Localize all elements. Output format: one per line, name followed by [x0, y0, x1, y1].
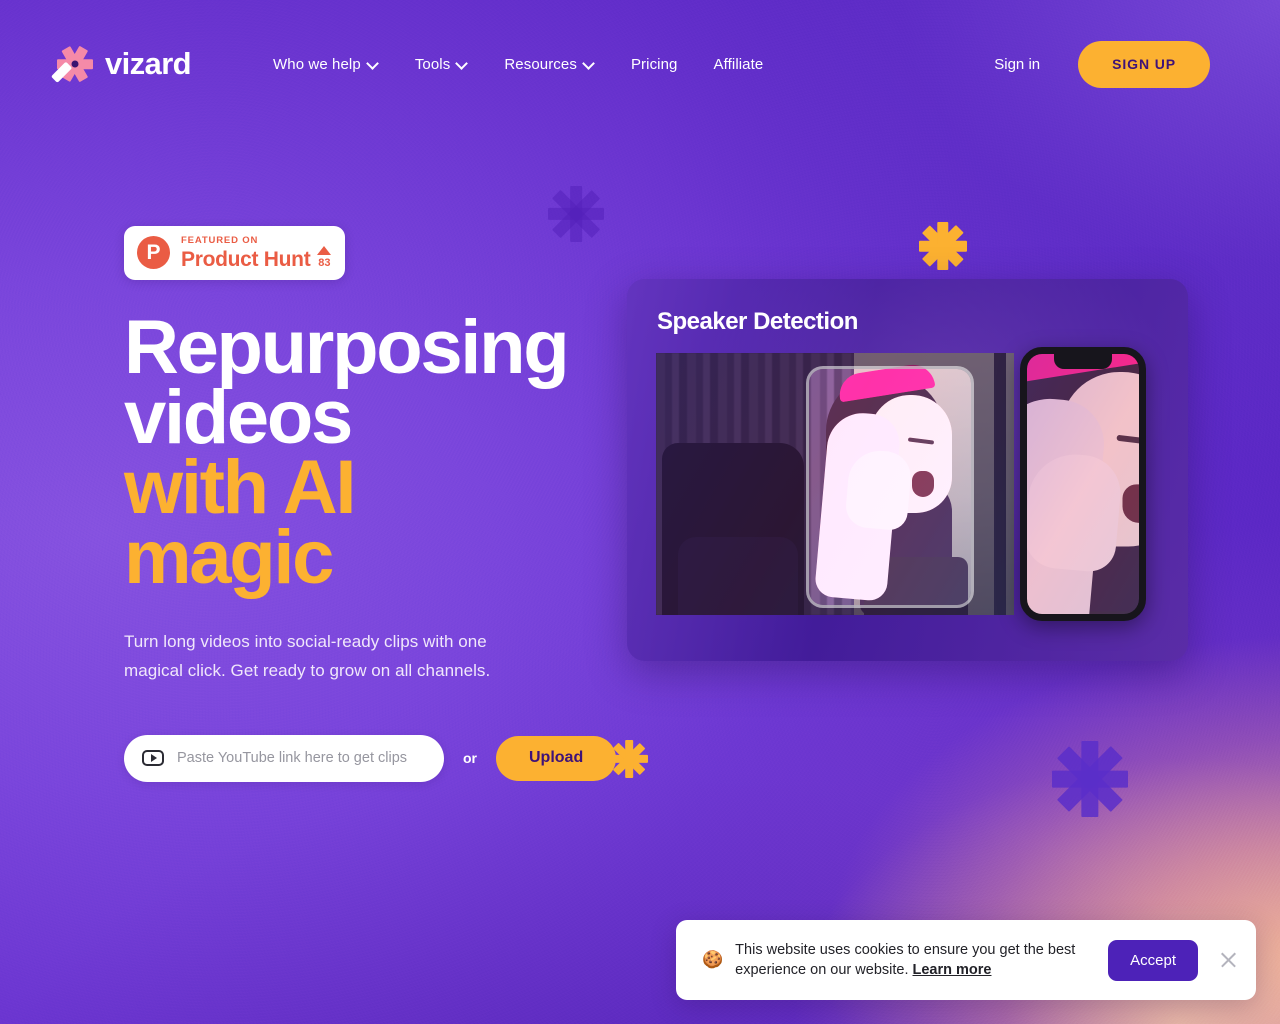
decorative-asterisk-amber-top [919, 222, 967, 270]
search-input[interactable] [177, 750, 426, 767]
sign-up-button[interactable]: SIGN UP [1078, 40, 1210, 88]
speaker-detection-card[interactable]: Speaker Detection [627, 279, 1188, 661]
card-title: Speaker Detection [657, 308, 858, 335]
site-header: vizard Who we help Tools Resources Prici… [0, 0, 1280, 128]
hero-subheading: Turn long videos into social-ready clips… [124, 631, 491, 681]
vizard-asterisk-icon [50, 45, 94, 83]
nav-item-pricing[interactable]: Pricing [613, 46, 696, 83]
chevron-down-icon [457, 58, 468, 69]
header-actions: Sign in SIGN UP [994, 40, 1210, 88]
chevron-down-icon [584, 58, 595, 69]
youtube-icon [142, 750, 164, 767]
product-hunt-icon: P [137, 236, 170, 270]
hero-cta-row: or Upload [124, 734, 649, 782]
badge-product-name: Product Hunt [181, 247, 311, 271]
nav-item-tools[interactable]: Tools [397, 46, 487, 83]
hero-headline: Repurposing videos with AI magic [124, 309, 644, 596]
learn-more-link[interactable]: Learn more [913, 962, 992, 978]
headline-accent-line-2: magic [124, 515, 334, 601]
cookie-icon: 🍪 [702, 950, 724, 969]
phone-notch [1054, 354, 1112, 369]
upload-button-wrap: Upload [496, 735, 649, 781]
hero-content: P FEATURED ON Product Hunt 83 Repurposin… [124, 226, 649, 782]
product-hunt-badge[interactable]: P FEATURED ON Product Hunt 83 [124, 226, 346, 280]
nav-label: Pricing [630, 55, 678, 73]
cookie-message-text: This website uses cookies to ensure you … [735, 942, 1076, 978]
badge-upvote-group: 83 [317, 245, 332, 270]
nav-item-affiliate[interactable]: Affiliate [696, 46, 782, 83]
youtube-link-field[interactable] [124, 734, 444, 782]
brand-name: vizard [105, 46, 192, 81]
primary-navigation: Who we help Tools Resources Pricing Affi… [255, 46, 781, 83]
landscape-video-preview [656, 353, 1014, 615]
badge-featured-label: FEATURED ON [181, 235, 259, 246]
nav-label: Affiliate [713, 55, 764, 73]
nav-label: Who we help [273, 55, 361, 73]
cookie-consent-banner: 🍪 This website uses cookies to ensure yo… [676, 920, 1256, 1000]
phone-mockup [1020, 347, 1146, 621]
or-label: or [463, 750, 477, 767]
chevron-down-icon [368, 58, 379, 69]
nav-label: Tools [414, 55, 451, 73]
nav-item-who-we-help[interactable]: Who we help [255, 46, 397, 83]
brand-logo[interactable]: vizard [50, 45, 192, 83]
close-icon[interactable] [1206, 938, 1250, 982]
upload-button[interactable]: Upload [496, 735, 617, 781]
badge-upvote-count: 83 [318, 256, 331, 269]
speaker-crop-overlay [809, 369, 971, 605]
nav-item-resources[interactable]: Resources [486, 46, 613, 83]
accept-cookies-button[interactable]: Accept [1108, 939, 1198, 981]
decorative-asterisk-purple-bottom [1052, 741, 1128, 817]
cookie-message: This website uses cookies to ensure you … [735, 940, 1090, 980]
upvote-triangle-icon [317, 245, 332, 255]
sign-in-link[interactable]: Sign in [994, 56, 1040, 73]
nav-label: Resources [504, 55, 577, 73]
product-hunt-letter: P [146, 241, 161, 265]
